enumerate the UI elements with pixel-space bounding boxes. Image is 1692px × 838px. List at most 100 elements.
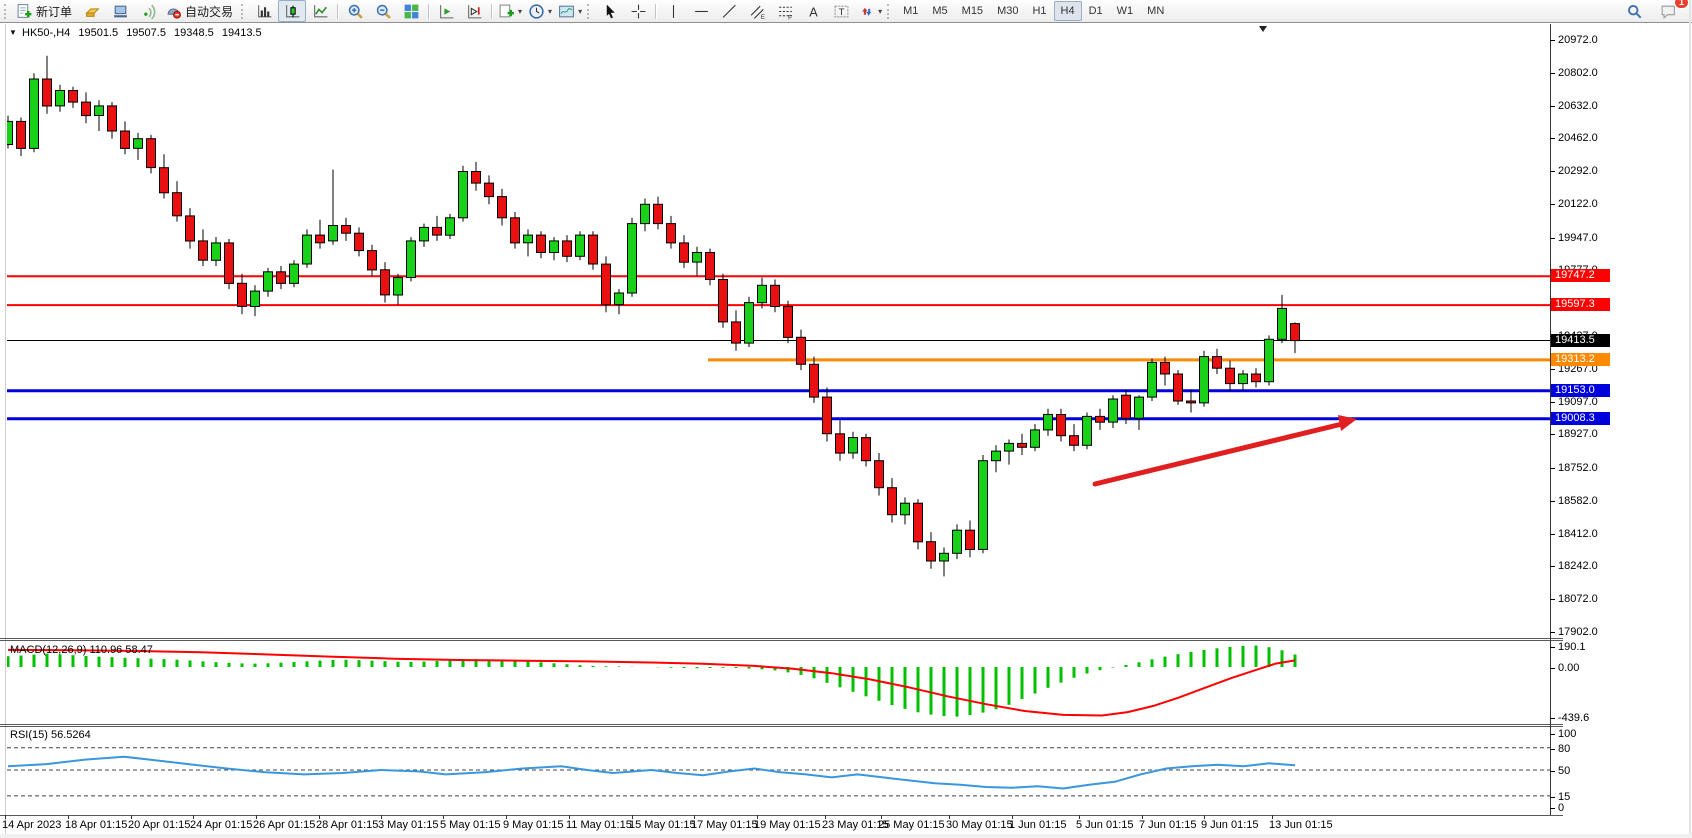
- axis-tick: [1550, 718, 1555, 719]
- period-clock-button[interactable]: ▾: [525, 0, 555, 22]
- price-axis-label: 20802.0: [1558, 67, 1598, 79]
- window-bottom-edge: [0, 834, 1692, 838]
- chat-button[interactable]: 1: [1654, 0, 1682, 22]
- toolbar-grip: [241, 4, 246, 19]
- auto-trading-button[interactable]: 自动交易: [162, 0, 239, 22]
- template-button[interactable]: ▾: [555, 0, 585, 22]
- timeframe-d1-button[interactable]: D1: [1082, 1, 1110, 21]
- time-axis-label: 18 Apr 01:15: [65, 819, 127, 831]
- zoom-in-button[interactable]: [341, 0, 369, 22]
- rsi-axis-label: 100: [1558, 728, 1576, 740]
- svg-text:A: A: [809, 4, 818, 19]
- axis-tick: [1550, 749, 1555, 750]
- new-order-label: 新订单: [35, 3, 75, 20]
- main-toolbar: 新订单 自动交易 ▾ ▾ ▾ E FAT ▾ M1M5M15M30H1H4D1W1MN 1: [0, 0, 1692, 23]
- axis-tick: [1550, 566, 1555, 567]
- axis-tick: [1550, 808, 1555, 809]
- price-axis-label: 18927.0: [1558, 428, 1598, 440]
- axis-tick: [1550, 468, 1555, 469]
- equidistant-channel-icon: E: [749, 3, 766, 20]
- auto-scroll-button[interactable]: [432, 0, 460, 22]
- search-icon: [1626, 3, 1643, 20]
- timeframe-m5-button[interactable]: M5: [925, 1, 954, 21]
- zoom-out-button[interactable]: [369, 0, 397, 22]
- dropdown-caret-icon[interactable]: ▾: [548, 7, 552, 16]
- candlestick-plot[interactable]: [7, 25, 1550, 643]
- line-chart-button[interactable]: [306, 0, 334, 22]
- axis-tick: [1550, 73, 1555, 74]
- terminal-button[interactable]: [106, 0, 134, 22]
- trend-line-button[interactable]: [715, 0, 743, 22]
- time-axis-label: 17 May 01:15: [691, 819, 758, 831]
- macd-signal-line: [8, 650, 1295, 716]
- axis-tick: [1550, 534, 1555, 535]
- text-label-button[interactable]: T: [827, 0, 855, 22]
- chart-shift-button[interactable]: [460, 0, 488, 22]
- candlestick-chart-button[interactable]: [278, 0, 306, 22]
- level-price-label-19747.2: 19747.2: [1551, 269, 1610, 282]
- toolbar-right-group: 1: [1620, 0, 1682, 22]
- timeframe-m1-button[interactable]: M1: [896, 1, 925, 21]
- axis-tick: [1550, 138, 1555, 139]
- search-button[interactable]: [1620, 0, 1648, 22]
- signals-button[interactable]: [134, 0, 162, 22]
- text-label-icon: T: [833, 3, 850, 20]
- fibonacci-button[interactable]: F: [771, 0, 799, 22]
- axis-tick: [1550, 434, 1555, 435]
- bar-chart-icon: [256, 3, 273, 20]
- timeframe-m30-button[interactable]: M30: [990, 1, 1025, 21]
- time-axis-label: 9 May 01:15: [503, 819, 564, 831]
- annotation-arrow[interactable]: [1095, 415, 1357, 484]
- dropdown-caret-icon[interactable]: ▾: [578, 7, 582, 16]
- rsi-plot[interactable]: [7, 727, 1550, 820]
- new-chart-icon: [498, 3, 515, 20]
- dropdown-caret-icon[interactable]: ▾: [878, 7, 882, 16]
- macd-axis-label: 0.00: [1558, 662, 1579, 674]
- dropdown-caret-icon[interactable]: ▾: [518, 7, 522, 16]
- chart-right-frame: [1689, 0, 1691, 838]
- price-axis-label: 17902.0: [1558, 626, 1598, 638]
- macd-plot[interactable]: [7, 641, 1550, 729]
- trend-line-icon: [721, 3, 738, 20]
- axis-tick: [1550, 40, 1555, 41]
- horizontal-line-button[interactable]: [687, 0, 715, 22]
- price-axis-label: 20462.0: [1558, 132, 1598, 144]
- timeframe-h1-button[interactable]: H1: [1025, 1, 1053, 21]
- price-axis-label: 20122.0: [1558, 198, 1598, 210]
- level-price-label-19313.2: 19313.2: [1551, 353, 1610, 366]
- timeframe-w1-button[interactable]: W1: [1110, 1, 1141, 21]
- time-axis-label: 19 May 01:15: [754, 819, 821, 831]
- cursor-button[interactable]: [596, 0, 624, 22]
- bar-chart-button[interactable]: [250, 0, 278, 22]
- timeframe-h4-button[interactable]: H4: [1054, 1, 1082, 21]
- new-chart-button[interactable]: ▾: [495, 0, 525, 22]
- timeframe-m15-button[interactable]: M15: [955, 1, 990, 21]
- candlestick-chart-icon: [284, 3, 301, 20]
- timeframe-mn-button[interactable]: MN: [1140, 1, 1171, 21]
- arrows-button[interactable]: ▾: [855, 0, 885, 22]
- time-axis-label: 24 Apr 01:15: [190, 819, 252, 831]
- terminal-icon: [112, 3, 129, 20]
- zoom-in-icon: [347, 3, 364, 20]
- svg-text:E: E: [760, 13, 764, 19]
- crosshair-button[interactable]: [624, 0, 652, 22]
- template-icon: [558, 3, 575, 20]
- axis-tick: [1550, 771, 1555, 772]
- fibonacci-icon: F: [777, 3, 794, 20]
- chart-window: ▼ HK50-,H4 19501.5 19507.5 19348.5 19413…: [0, 24, 1692, 838]
- vertical-line-button[interactable]: [659, 0, 687, 22]
- chart-shift-icon: [466, 3, 483, 20]
- time-axis-border: [0, 815, 1563, 816]
- macd-indicator-label: MACD(12,26,9) 110.96 58.47: [10, 644, 153, 656]
- equidistant-channel-button[interactable]: E: [743, 0, 771, 22]
- price-axis-label: 18412.0: [1558, 528, 1598, 540]
- time-axis-label: 1 Jun 01:15: [1009, 819, 1067, 831]
- price-axis-label: 20292.0: [1558, 165, 1598, 177]
- new-order-button[interactable]: 新订单: [13, 0, 78, 22]
- price-axis-label: 20972.0: [1558, 34, 1598, 46]
- price-axis-label: 19947.0: [1558, 232, 1598, 244]
- text-button[interactable]: A: [799, 0, 827, 22]
- tile-windows-button[interactable]: [397, 0, 425, 22]
- toolbar-separator: [491, 4, 492, 19]
- market-watch-button[interactable]: [78, 0, 106, 22]
